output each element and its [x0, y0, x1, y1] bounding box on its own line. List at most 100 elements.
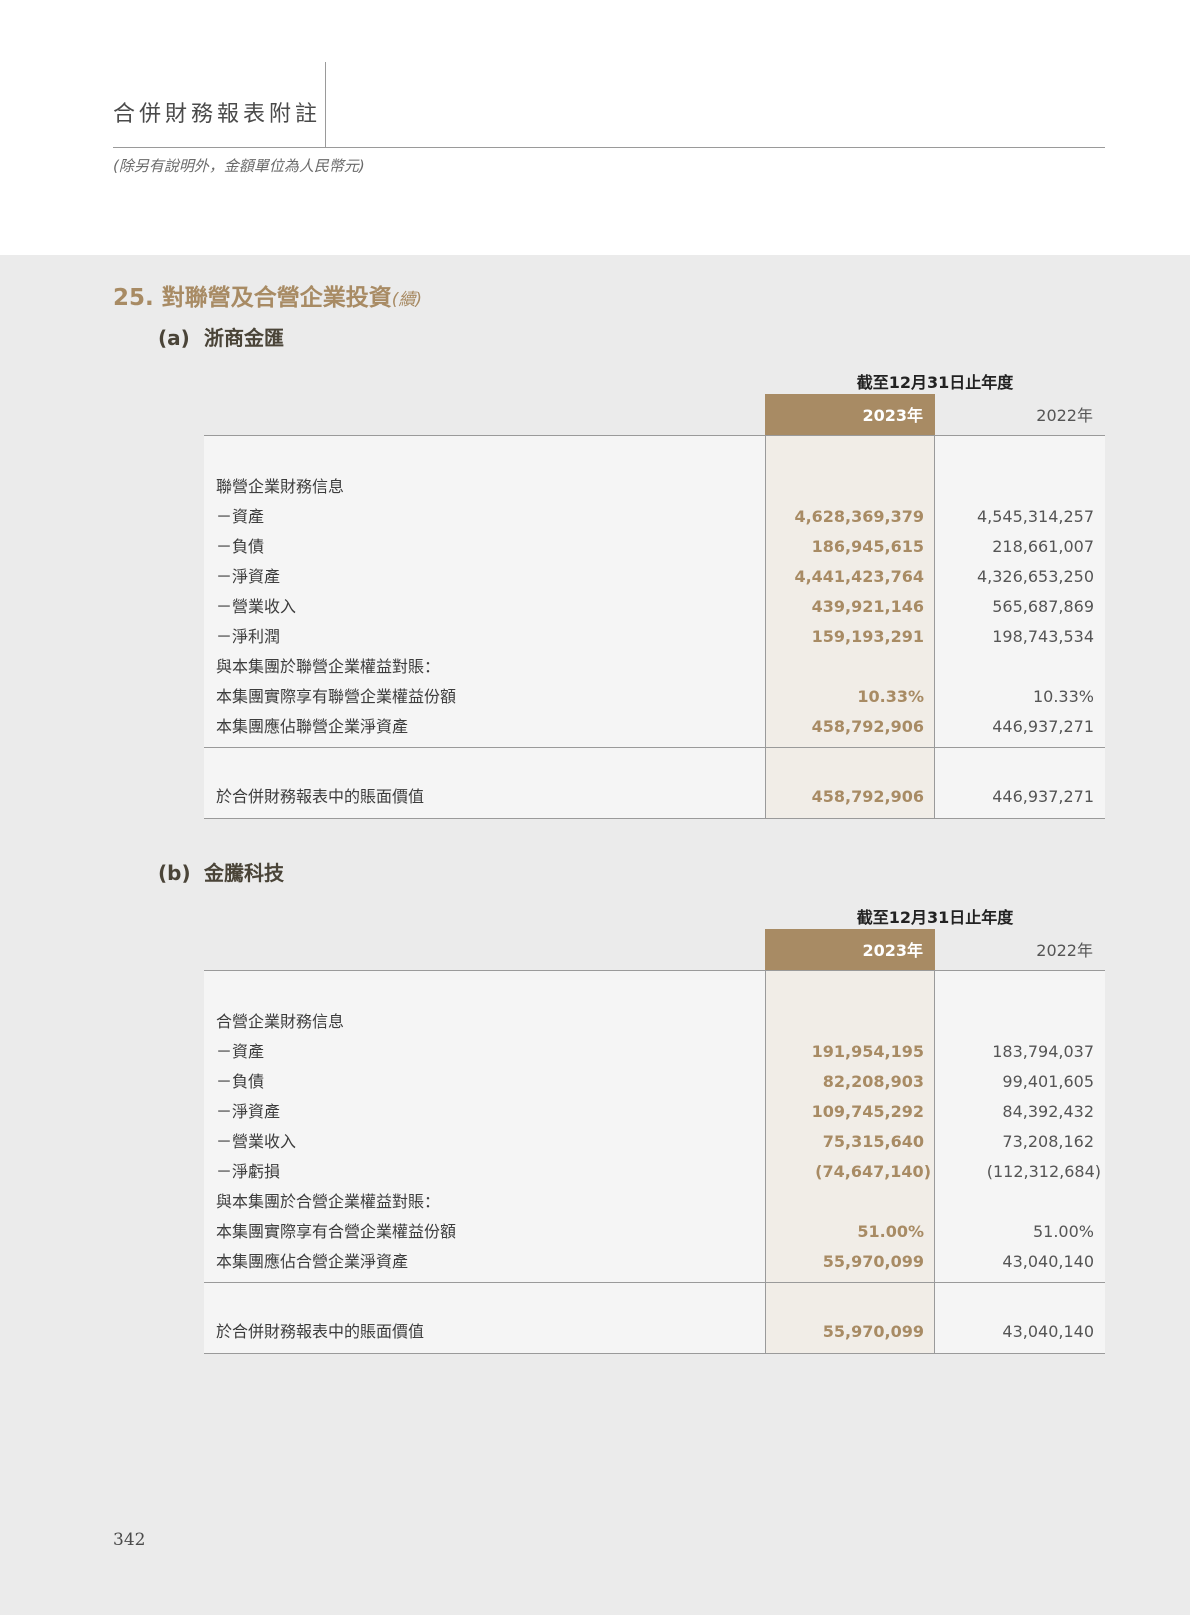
- column-header-2022: 2022年: [1036, 406, 1093, 425]
- value-2023: 55,970,099: [822, 1322, 924, 1341]
- table-row: －營業收入 439,921,146 565,687,869: [204, 592, 1105, 622]
- row-label: 於合併財務報表中的賬面價值: [216, 1322, 425, 1341]
- table-divider: [204, 970, 1105, 971]
- table-row: 本集團應佔聯營企業淨資產 458,792,906 446,937,271: [204, 712, 1105, 742]
- column-header-2023: 2023年: [765, 394, 935, 435]
- value-2023: 191,954,195: [811, 1042, 924, 1061]
- table-row: －淨利潤 159,193,291 198,743,534: [204, 622, 1105, 652]
- subsection-name: 浙商金匯: [204, 326, 284, 350]
- table-row: 合營企業財務信息: [204, 1007, 1105, 1037]
- table-divider: [204, 435, 1105, 436]
- value-2023: 4,441,423,764: [794, 567, 924, 586]
- row-label: 合營企業財務信息: [216, 1012, 345, 1031]
- table-header-row: 2023年 2022年: [204, 394, 1105, 435]
- value-2022: 183,794,037: [992, 1042, 1094, 1061]
- table-divider: [204, 747, 1105, 748]
- row-label: －淨資產: [216, 1102, 281, 1121]
- table-divider: [204, 1353, 1105, 1354]
- table-row: 本集團應佔合營企業淨資產 55,970,099 43,040,140: [204, 1247, 1105, 1277]
- value-2022: 43,040,140: [1002, 1252, 1094, 1271]
- row-label: －負債: [216, 1072, 265, 1091]
- table-row: －營業收入 75,315,640 73,208,162: [204, 1127, 1105, 1157]
- page-number: 342: [113, 1530, 146, 1550]
- table-row: －淨資產 109,745,292 84,392,432: [204, 1097, 1105, 1127]
- table-row: 與本集團於聯營企業權益對賬：: [204, 652, 1105, 682]
- value-2023: 458,792,906: [811, 787, 924, 806]
- value-2022: (112,312,684): [986, 1162, 1101, 1181]
- column-header-2023: 2023年: [765, 929, 935, 970]
- value-2023: 10.33%: [857, 687, 924, 706]
- section-title: 25. 對聯營及合營企業投資(續): [113, 278, 422, 312]
- row-label: －資產: [216, 1042, 265, 1061]
- value-2022: 4,326,653,250: [976, 567, 1094, 586]
- period-label: 截至12月31日止年度: [856, 373, 1014, 392]
- value-2023: (74,647,140): [815, 1162, 931, 1181]
- currency-note: (除另有說明外，金額單位為人民幣元): [113, 157, 365, 175]
- subsection-title: (a) 浙商金匯: [158, 322, 284, 351]
- section-continued: (續): [391, 290, 423, 310]
- table-row: －淨資產 4,441,423,764 4,326,653,250: [204, 562, 1105, 592]
- table-divider: [204, 818, 1105, 819]
- value-2022: 446,937,271: [992, 787, 1094, 806]
- value-2022: 198,743,534: [992, 627, 1094, 646]
- value-2023: 82,208,903: [822, 1072, 924, 1091]
- value-2022: 446,937,271: [992, 717, 1094, 736]
- value-2023: 159,193,291: [811, 627, 924, 646]
- value-2022: 43,040,140: [1002, 1322, 1094, 1341]
- row-label: －營業收入: [216, 597, 297, 616]
- value-2022: 51.00%: [1032, 1222, 1094, 1241]
- header-divider-horizontal: [113, 147, 1105, 148]
- row-label: －淨資產: [216, 567, 281, 586]
- subsection-letter: (b): [158, 861, 191, 885]
- table-row: 本集團實際享有合營企業權益份額 51.00% 51.00%: [204, 1217, 1105, 1247]
- row-label: －資產: [216, 507, 265, 526]
- row-label: 本集團應佔合營企業淨資產: [216, 1252, 409, 1271]
- value-2023: 75,315,640: [822, 1132, 924, 1151]
- row-label: 與本集團於合營企業權益對賬：: [216, 1192, 441, 1211]
- table-row: －資產 191,954,195 183,794,037: [204, 1037, 1105, 1067]
- row-label: 本集團實際享有合營企業權益份額: [216, 1222, 457, 1241]
- table-row: －資產 4,628,369,379 4,545,314,257: [204, 502, 1105, 532]
- row-label: 本集團應佔聯營企業淨資產: [216, 717, 409, 736]
- table-divider: [204, 1282, 1105, 1283]
- table-row: 與本集團於合營企業權益對賬：: [204, 1187, 1105, 1217]
- row-label: 於合併財務報表中的賬面價值: [216, 787, 425, 806]
- row-label: －負債: [216, 537, 265, 556]
- section-number: 25.: [113, 285, 154, 311]
- table-row: 聯營企業財務信息: [204, 472, 1105, 502]
- value-2023: 109,745,292: [811, 1102, 924, 1121]
- subsection-name: 金騰科技: [204, 861, 284, 885]
- header-divider-vertical: [325, 62, 326, 148]
- section-title-text: 對聯營及合營企業投資: [161, 285, 392, 311]
- value-2023: 186,945,615: [811, 537, 924, 556]
- table-header-row: 2023年 2022年: [204, 929, 1105, 970]
- value-2022: 99,401,605: [1002, 1072, 1094, 1091]
- total-row: 於合併財務報表中的賬面價值 458,792,906 446,937,271: [204, 782, 1105, 812]
- row-label: －營業收入: [216, 1132, 297, 1151]
- page-header-title: 合併財務報表附註: [113, 102, 322, 127]
- row-label: 與本集團於聯營企業權益對賬：: [216, 657, 441, 676]
- table-row: －負債 186,945,615 218,661,007: [204, 532, 1105, 562]
- value-2023: 458,792,906: [811, 717, 924, 736]
- value-2022: 84,392,432: [1002, 1102, 1094, 1121]
- table-row: －負債 82,208,903 99,401,605: [204, 1067, 1105, 1097]
- value-2022: 73,208,162: [1002, 1132, 1094, 1151]
- row-label: 本集團實際享有聯營企業權益份額: [216, 687, 457, 706]
- subsection-title: (b) 金騰科技: [158, 857, 284, 886]
- value-2023: 439,921,146: [811, 597, 924, 616]
- value-2023: 4,628,369,379: [794, 507, 924, 526]
- subsection-letter: (a): [158, 326, 190, 350]
- value-2023: 55,970,099: [822, 1252, 924, 1271]
- value-2022: 4,545,314,257: [976, 507, 1094, 526]
- value-2022: 218,661,007: [992, 537, 1094, 556]
- value-2023: 51.00%: [857, 1222, 924, 1241]
- row-label: －淨利潤: [216, 627, 281, 646]
- table-row: 本集團實際享有聯營企業權益份額 10.33% 10.33%: [204, 682, 1105, 712]
- value-2022: 565,687,869: [992, 597, 1094, 616]
- row-label: －淨虧損: [216, 1162, 281, 1181]
- row-label: 聯營企業財務信息: [216, 477, 345, 496]
- total-row: 於合併財務報表中的賬面價值 55,970,099 43,040,140: [204, 1317, 1105, 1347]
- table-row: －淨虧損 (74,647,140) (112,312,684): [204, 1157, 1105, 1187]
- column-header-2022: 2022年: [1036, 941, 1093, 960]
- period-label: 截至12月31日止年度: [856, 908, 1014, 927]
